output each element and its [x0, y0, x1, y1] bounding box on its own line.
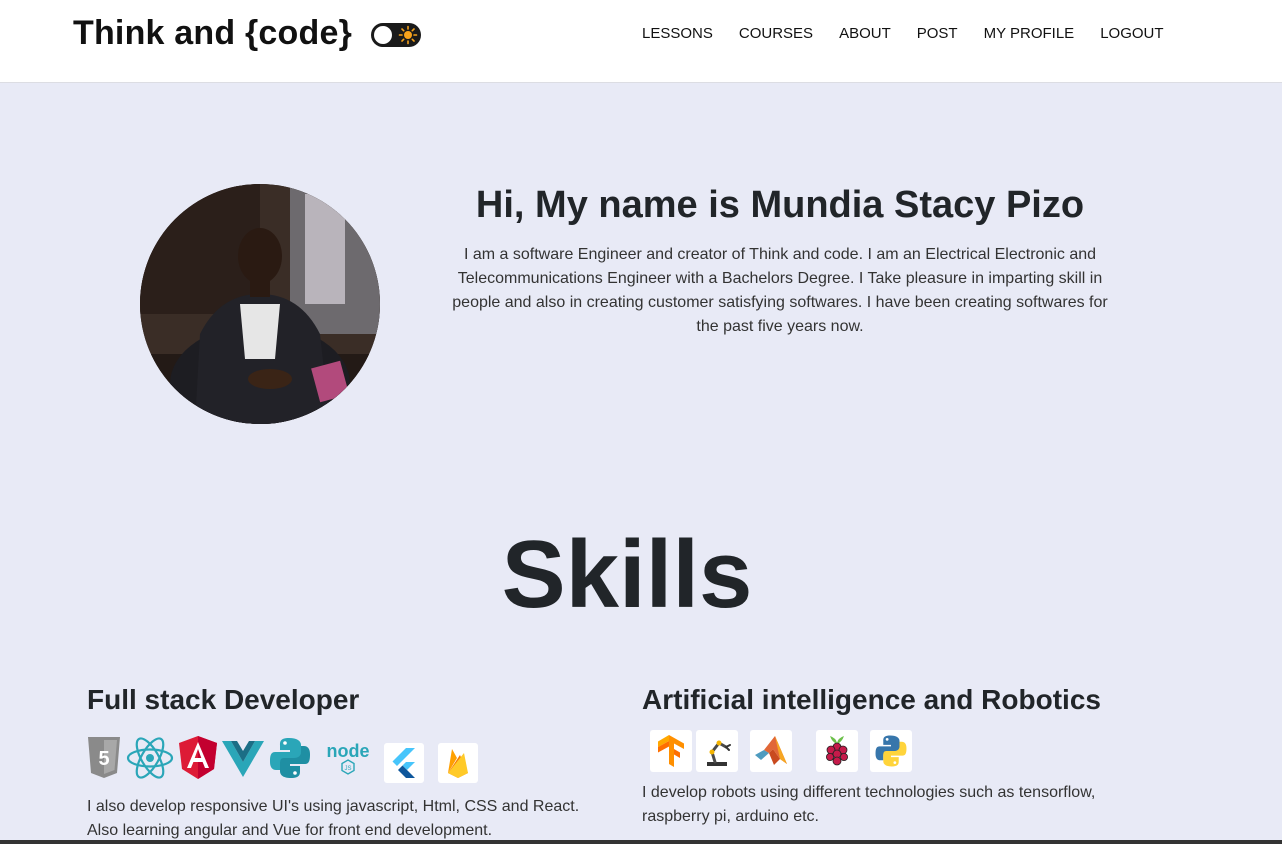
brand-logo-text[interactable]: Think and {code}	[73, 14, 352, 53]
theme-toggle-switch[interactable]	[371, 23, 421, 47]
vue-icon	[222, 741, 264, 777]
toggle-knob	[374, 26, 392, 44]
full-stack-description: I also develop responsive UI's using jav…	[87, 798, 580, 839]
main-nav: LESSONS COURSES ABOUT POST MY PROFILE LO…	[642, 25, 1190, 42]
ai-robotics-icons	[650, 730, 916, 772]
ai-robotics-description: I develop robots using different technol…	[642, 784, 1096, 825]
firebase-icon	[438, 743, 478, 783]
ai-robotics-heading: Artificial intelligence and Robotics	[642, 684, 1101, 715]
full-stack-heading: Full stack Developer	[87, 684, 360, 715]
nav-link-post[interactable]: POST	[917, 25, 958, 42]
skills-heading: Skills	[501, 521, 753, 628]
flutter-icon	[384, 743, 424, 783]
svg-text:5: 5	[98, 748, 109, 770]
svg-text:JS: JS	[344, 766, 351, 772]
nav-link-lessons[interactable]: LESSONS	[642, 25, 713, 42]
svg-text:node: node	[327, 741, 370, 761]
bottom-edge-bar	[0, 840, 1282, 844]
python-icon	[270, 738, 310, 778]
angular-icon	[179, 736, 217, 779]
python-logo-icon	[870, 730, 912, 772]
tensorflow-icon	[650, 730, 692, 772]
nav-link-my-profile[interactable]: MY PROFILE	[984, 25, 1075, 42]
full-stack-icons: 5 node JS	[86, 733, 482, 783]
top-navbar: Think and {code} LESSONS COURSES ABOUT P…	[0, 0, 1282, 83]
nav-link-courses[interactable]: COURSES	[739, 25, 813, 42]
react-icon	[126, 737, 174, 779]
nodejs-icon: node JS	[327, 741, 370, 775]
nav-link-about[interactable]: ABOUT	[839, 25, 891, 42]
profile-photo	[140, 184, 380, 424]
nav-link-logout[interactable]: LOGOUT	[1100, 25, 1163, 42]
raspberry-pi-icon	[816, 730, 858, 772]
robot-arm-icon	[696, 730, 738, 772]
html5-icon: 5	[88, 737, 120, 778]
intro-heading: Hi, My name is Mundia Stacy Pizo	[475, 184, 1085, 226]
intro-paragraph: I am a software Engineer and creator of …	[452, 246, 1108, 335]
profile-avatar	[140, 184, 380, 424]
matlab-icon	[750, 730, 792, 772]
sun-icon	[398, 25, 418, 45]
